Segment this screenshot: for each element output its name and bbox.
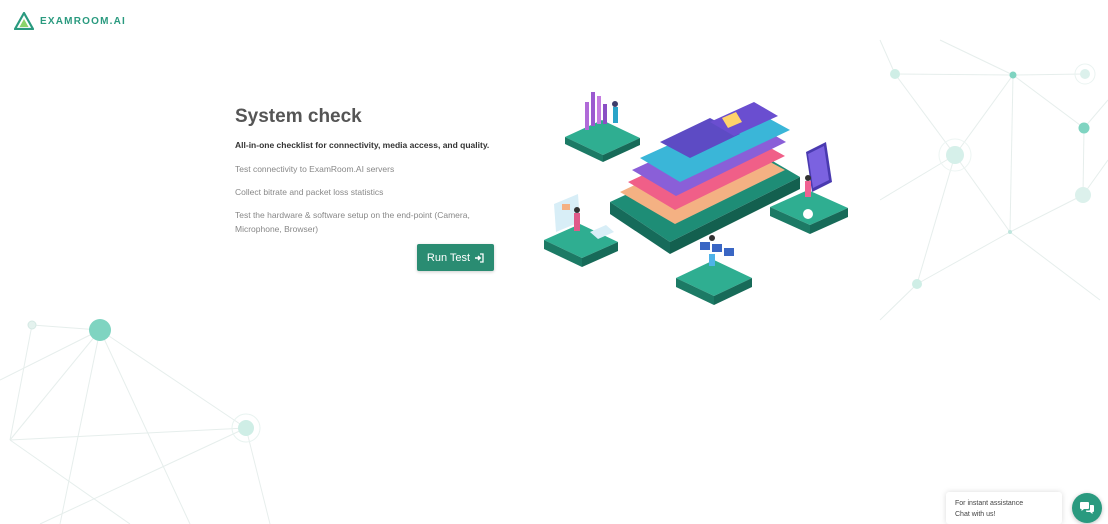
logo-mark-icon xyxy=(14,12,34,30)
chat-bubbles-icon xyxy=(1080,502,1094,514)
brand-name: EXAMROOM.AI xyxy=(40,15,126,27)
feature-connectivity: Test connectivity to ExamRoom.AI servers xyxy=(235,164,395,174)
analytics-tile xyxy=(565,92,640,162)
profile-tile xyxy=(544,194,618,267)
run-test-label: Run Test xyxy=(426,251,471,264)
run-test-button[interactable]: Run Test xyxy=(417,244,494,271)
system-check-panel: System check All-in-one checklist for co… xyxy=(235,106,525,245)
code-tile xyxy=(676,235,752,305)
feature-hardware: Test the hardware & software setup on th… xyxy=(235,210,470,234)
page-title: System check xyxy=(235,106,362,127)
chat-launcher-button[interactable] xyxy=(1072,493,1102,523)
hero-illustration xyxy=(544,92,848,305)
chat-prompt[interactable]: For instant assistance Chat with us! xyxy=(946,492,1062,524)
brand-logo[interactable]: EXAMROOM.AI xyxy=(14,12,126,30)
chat-prompt-line2: Chat with us! xyxy=(955,511,996,518)
page-subtitle: All-in-one checklist for connectivity, m… xyxy=(235,140,490,150)
feature-statistics: Collect bitrate and packet loss statisti… xyxy=(235,187,384,197)
chat-prompt-line1: For instant assistance xyxy=(955,500,1024,507)
sign-in-icon xyxy=(475,252,484,263)
